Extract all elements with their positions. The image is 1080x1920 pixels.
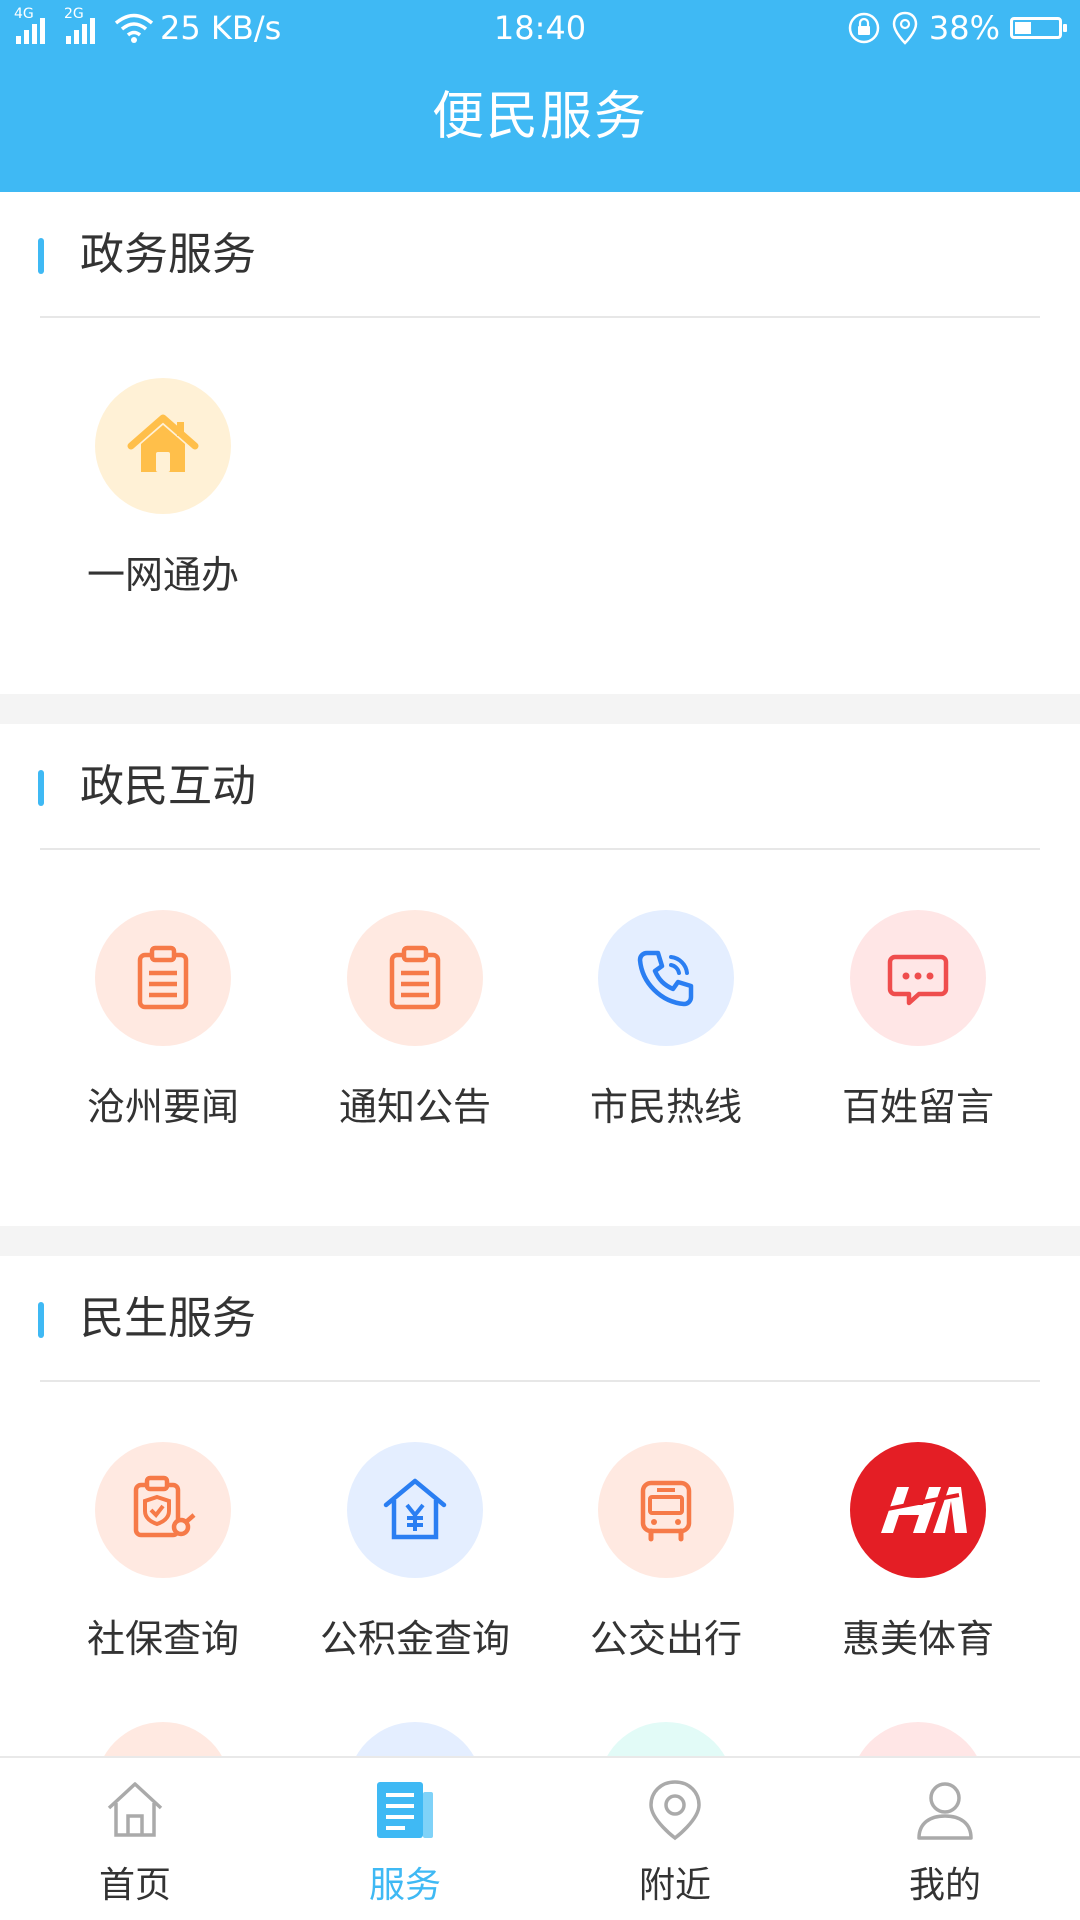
- section-interaction: 政民互动 沧州要闻 通知公告 市民热线 百姓留言: [0, 724, 1080, 1226]
- service-item-yiwangtongban[interactable]: 一网通办: [37, 378, 289, 599]
- huimei-logo: [850, 1442, 986, 1578]
- service-label: 市民热线: [589, 1085, 742, 1129]
- section-title: 政务服务: [80, 229, 256, 280]
- service-item-housing-fund[interactable]: 公积金查询: [289, 1442, 541, 1663]
- battery-icon: [1010, 17, 1067, 39]
- news-doc-icon: [270, 1778, 540, 1848]
- divider: [40, 848, 1040, 850]
- nav-label: 首页: [98, 1865, 171, 1906]
- bus-icon: [598, 1442, 734, 1578]
- service-label: 一网通办: [86, 553, 239, 597]
- section-accent-bar: [38, 770, 44, 806]
- section-accent-bar: [38, 1302, 44, 1338]
- service-label: 公积金查询: [319, 1617, 510, 1661]
- service-label: 通知公告: [338, 1085, 491, 1129]
- home-icon: [0, 1778, 270, 1848]
- service-label: 社保查询: [86, 1617, 239, 1661]
- clipboard-icon: [347, 910, 483, 1046]
- status-bar: 4G 2G 25 KB/s 18:40 38%: [0, 0, 1080, 56]
- chat-bubble-icon: [850, 910, 986, 1046]
- service-label: 百姓留言: [841, 1085, 994, 1129]
- service-item-messages[interactable]: 百姓留言: [792, 910, 1044, 1131]
- divider: [40, 1380, 1040, 1382]
- page-title: 便民服务: [431, 87, 648, 147]
- service-item-huimei-sports[interactable]: 惠美体育: [792, 1442, 1044, 1663]
- service-label: 沧州要闻: [86, 1085, 239, 1129]
- service-item-social-security[interactable]: 社保查询: [37, 1442, 289, 1663]
- house-yuan-icon: [347, 1442, 483, 1578]
- user-icon: [810, 1778, 1080, 1848]
- nav-label: 服务: [368, 1865, 441, 1906]
- house-icon: [95, 378, 231, 514]
- nav-mine[interactable]: 我的: [810, 1758, 1080, 1920]
- nav-services[interactable]: 服务: [270, 1758, 540, 1920]
- page: 4G 2G 25 KB/s 18:40 38% 便民服务 政务服务 一网通办 政…: [0, 0, 1080, 1920]
- section-accent-bar: [38, 238, 44, 274]
- section-livelihood-services: 民生服务 社保查询 公积金查询 公交出行 惠美体育: [0, 1256, 1080, 1858]
- bottom-nav: 首页 服务 附近 我的: [0, 1756, 1080, 1920]
- section-government-services: 政务服务 一网通办: [0, 192, 1080, 694]
- phone-icon: [598, 910, 734, 1046]
- rotation-lock-icon: [848, 12, 880, 44]
- service-item-notices[interactable]: 通知公告: [289, 910, 541, 1131]
- section-title: 民生服务: [80, 1293, 256, 1344]
- location-icon: [892, 11, 918, 45]
- service-item-hotline[interactable]: 市民热线: [540, 910, 792, 1131]
- location-pin-icon: [540, 1778, 810, 1848]
- service-item-cangzhou-news[interactable]: 沧州要闻: [37, 910, 289, 1131]
- service-label: 公交出行: [589, 1617, 742, 1661]
- section-title: 政民互动: [80, 761, 256, 812]
- clipboard-icon: [95, 910, 231, 1046]
- nav-label: 附近: [638, 1865, 711, 1906]
- nav-nearby[interactable]: 附近: [540, 1758, 810, 1920]
- shield-doc-icon: [95, 1442, 231, 1578]
- nav-home[interactable]: 首页: [0, 1758, 270, 1920]
- nav-label: 我的: [908, 1865, 981, 1906]
- top-bar: 4G 2G 25 KB/s 18:40 38% 便民服务: [0, 0, 1080, 192]
- service-label: 惠美体育: [841, 1617, 994, 1661]
- service-item-bus[interactable]: 公交出行: [540, 1442, 792, 1663]
- divider: [40, 316, 1040, 318]
- battery-percent: 38%: [928, 9, 1000, 47]
